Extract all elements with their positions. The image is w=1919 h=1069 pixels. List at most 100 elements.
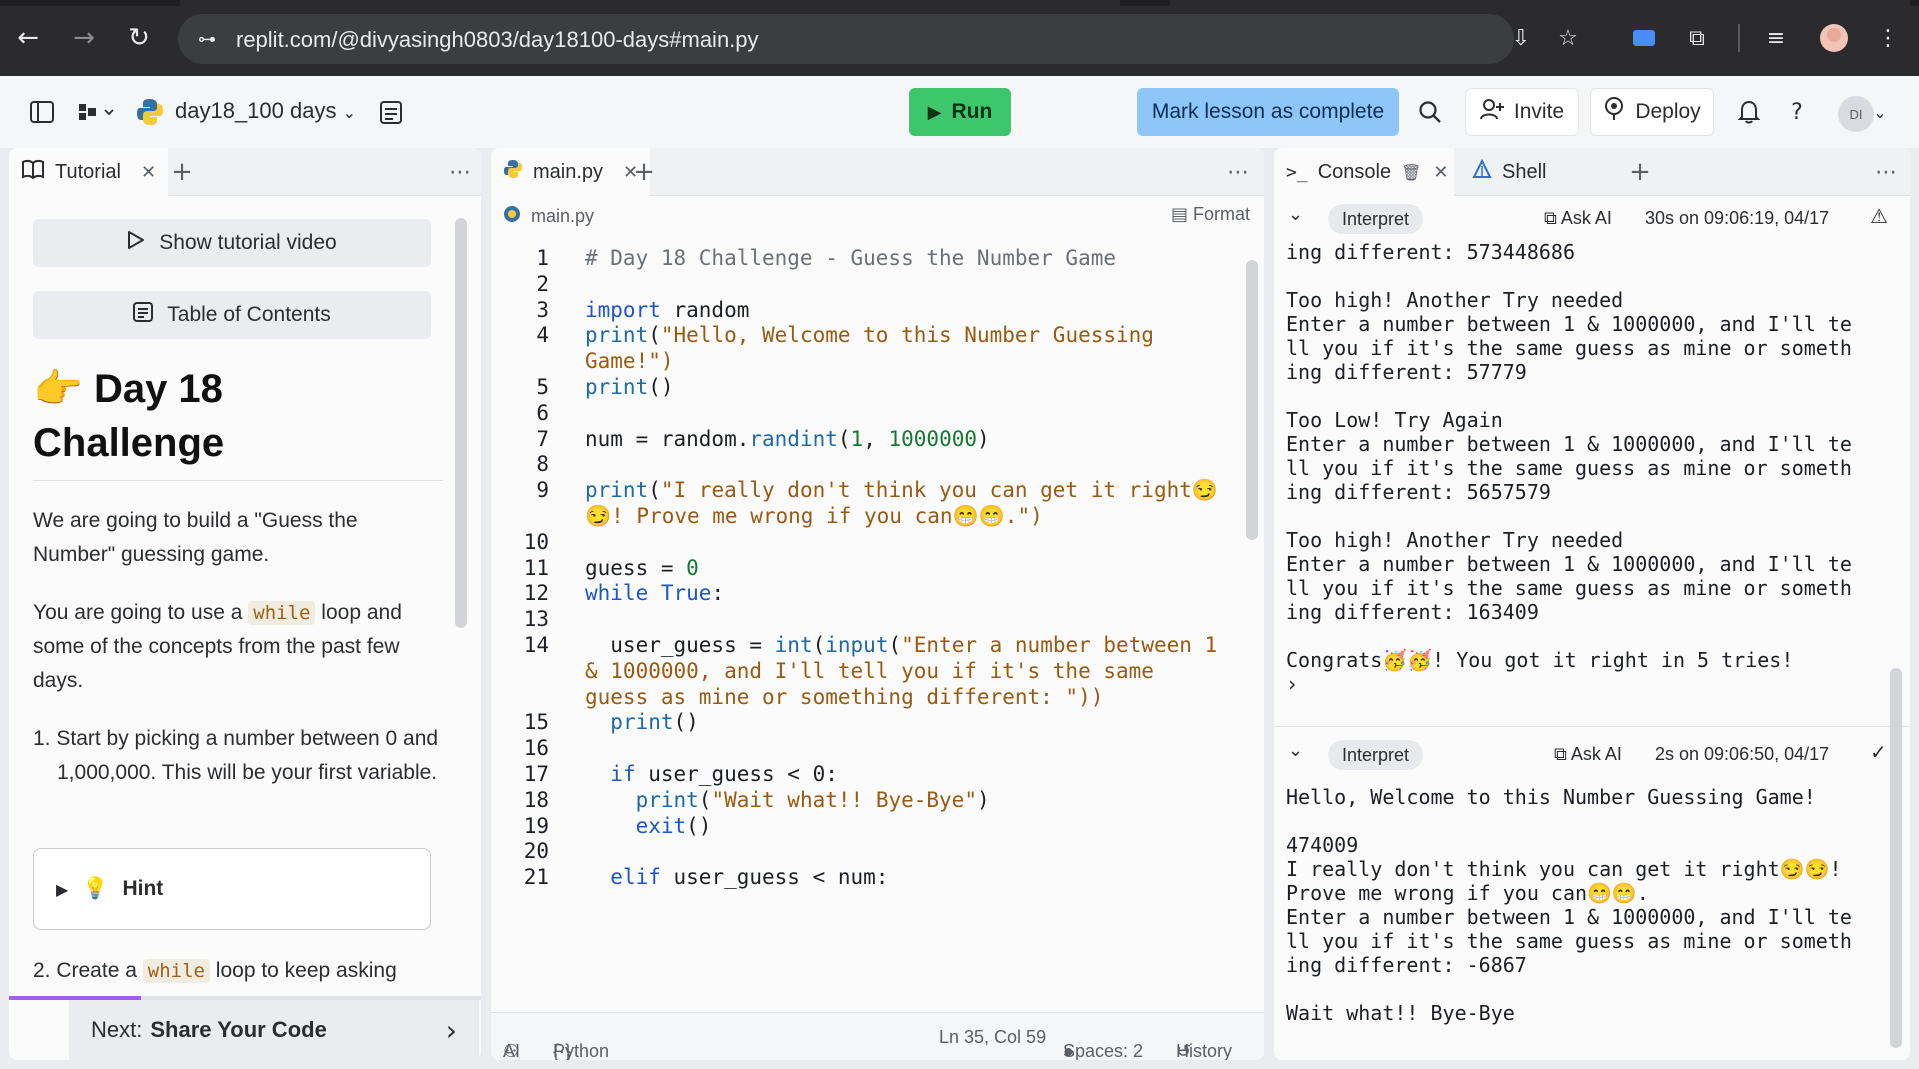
collapse-chevron-icon[interactable]: ⌄ bbox=[1288, 204, 1303, 225]
profile-avatar-icon[interactable] bbox=[1818, 22, 1850, 54]
code-text[interactable]: # Day 18 Challenge - Guess the Number Ga… bbox=[585, 246, 1116, 270]
forward-icon[interactable]: → bbox=[66, 20, 102, 56]
browser-tab[interactable] bbox=[180, 0, 1120, 6]
code-text[interactable]: print("I really don't think you can get … bbox=[585, 478, 1218, 503]
media-control-icon[interactable]: ≡ bbox=[1760, 22, 1792, 54]
more-options-icon[interactable]: ⋯ bbox=[1870, 156, 1902, 188]
ai-label: AI bbox=[503, 1041, 521, 1060]
checkmark-icon: ✓ bbox=[1870, 740, 1887, 764]
browser-menu-icon[interactable]: ⋮ bbox=[1872, 22, 1904, 54]
tab-console-label: Console bbox=[1317, 160, 1392, 183]
ask-ai-button[interactable]: ⧉ Ask AI bbox=[1544, 208, 1612, 229]
extensions-icon[interactable]: ⧉ bbox=[1681, 22, 1713, 54]
interpret-button[interactable]: Interpret bbox=[1328, 204, 1424, 234]
editor-scrollbar[interactable] bbox=[1246, 260, 1258, 540]
tab-main-py[interactable]: main.py ✕ bbox=[491, 148, 651, 196]
tab-tutorial[interactable]: Tutorial ✕ bbox=[9, 148, 169, 196]
show-tutorial-video-button[interactable]: Show tutorial video bbox=[33, 219, 431, 267]
workspace-menu-icon[interactable] bbox=[74, 94, 120, 130]
format-button[interactable]: ▤ Format bbox=[1171, 204, 1250, 225]
tutorial-pane: Tutorial ✕ + ⋯ Show tutorial video Table… bbox=[9, 148, 481, 1060]
chevron-down-icon[interactable]: ⌄ bbox=[343, 103, 356, 122]
run-time: 2s on 09:06:50, 04/17 bbox=[1655, 744, 1830, 764]
bookmark-star-icon[interactable]: ☆ bbox=[1552, 22, 1584, 54]
code-text[interactable]: guess as mine or something different: ")… bbox=[585, 685, 1103, 709]
code-text[interactable]: print() bbox=[585, 710, 699, 734]
new-tab-plus-icon[interactable]: + bbox=[628, 156, 660, 188]
deploy-button[interactable]: Deploy bbox=[1590, 88, 1714, 136]
cursor-position[interactable]: Ln 35, Col 59 bbox=[939, 1027, 1046, 1048]
ask-ai-button[interactable]: ⧉ Ask AI bbox=[1554, 744, 1622, 765]
notifications-bell-icon[interactable] bbox=[1731, 94, 1767, 130]
mark-lesson-complete-button[interactable]: Mark lesson as complete bbox=[1137, 88, 1399, 136]
code-text[interactable]: print() bbox=[585, 375, 674, 399]
browser-tab[interactable] bbox=[1170, 0, 1910, 6]
extension-blue-icon[interactable] bbox=[1628, 22, 1660, 54]
avatar-chevron-down-icon[interactable]: ⌄ bbox=[1868, 94, 1892, 130]
editor-tab-bar: main.py ✕ + ⋯ bbox=[491, 148, 1264, 196]
collapse-chevron-icon[interactable]: ⌄ bbox=[1288, 740, 1303, 761]
line-number: 1 bbox=[536, 246, 549, 270]
code-text[interactable]: & 1000000, and I'll tell you if it's the… bbox=[585, 659, 1154, 683]
step2-text-b: loop to keep asking bbox=[215, 959, 397, 982]
tutorial-title: 👉 Day 18 Challenge bbox=[33, 362, 443, 470]
line-number: 6 bbox=[536, 400, 549, 425]
line-number: 11 bbox=[523, 555, 549, 580]
code-text[interactable]: while True: bbox=[585, 581, 724, 605]
more-options-icon[interactable]: ⋯ bbox=[444, 156, 476, 188]
help-icon[interactable]: ? bbox=[1779, 94, 1815, 130]
close-icon[interactable]: ✕ bbox=[1433, 162, 1448, 183]
trash-icon[interactable]: 🗑 bbox=[1401, 163, 1421, 182]
tutorial-step-2: 2. Create a while loop to keep asking bbox=[33, 954, 443, 988]
tab-shell[interactable]: Shell bbox=[1460, 148, 1610, 196]
python-file-icon bbox=[503, 159, 523, 185]
code-text[interactable]: num = random.randint(1, 1000000) bbox=[585, 427, 990, 451]
tab-console[interactable]: >_ Console 🗑 ✕ bbox=[1274, 148, 1454, 196]
hint-label: Hint bbox=[122, 877, 164, 900]
interpret-button[interactable]: Interpret bbox=[1328, 740, 1424, 770]
play-icon: ▶ bbox=[927, 101, 942, 123]
notes-icon[interactable] bbox=[373, 94, 409, 130]
new-tab-plus-icon[interactable]: + bbox=[1624, 156, 1656, 188]
code-text[interactable]: Game!") bbox=[585, 349, 674, 373]
url-text[interactable]: replit.com/@divyasingh0803/day18100-days… bbox=[236, 27, 759, 53]
new-tab-plus-icon[interactable]: + bbox=[166, 156, 198, 188]
run-button[interactable]: ▶ Run bbox=[909, 88, 1011, 136]
back-icon[interactable]: ← bbox=[10, 20, 46, 56]
code-text[interactable]: guess = 0 bbox=[585, 556, 699, 580]
repl-name-label[interactable]: day18_100 days bbox=[175, 98, 336, 123]
hint-collapsible[interactable]: ▶ 💡 Hint bbox=[33, 848, 431, 930]
next-lesson-button[interactable]: Next: Share Your Code › bbox=[69, 1000, 479, 1060]
tutorial-step-1: 1. Start by picking a number between 0 a… bbox=[33, 727, 439, 784]
console-output-2: Hello, Welcome to this Number Guessing G… bbox=[1286, 785, 1852, 1025]
table-of-contents-button[interactable]: Table of Contents bbox=[33, 291, 431, 339]
breadcrumb-file[interactable]: main.py bbox=[531, 206, 594, 227]
terminal-prompt-icon: >_ bbox=[1286, 161, 1308, 183]
code-text[interactable]: if user_guess < 0: bbox=[585, 762, 838, 786]
code-text[interactable]: import random bbox=[585, 298, 749, 322]
line-number: 14 bbox=[523, 633, 549, 657]
address-bar[interactable]: ⊶ replit.com/@divyasingh0803/day18100-da… bbox=[178, 14, 1514, 64]
reload-icon[interactable]: ↻ bbox=[121, 20, 157, 56]
code-text[interactable]: exit() bbox=[585, 814, 712, 838]
pointing-hand-icon: 👉 bbox=[33, 367, 83, 411]
run-header-2: ⌄ Interpret ⧉ Ask AI 2s on 09:06:50, 04/… bbox=[1274, 732, 1910, 776]
tutorial-scrollbar[interactable] bbox=[455, 218, 467, 628]
code-text[interactable]: print("Wait what!! Bye-Bye") bbox=[585, 788, 990, 812]
repl-name[interactable]: day18_100 days ⌄ bbox=[175, 98, 356, 124]
code-editor[interactable]: 1 # Day 18 Challenge - Guess the Number G… bbox=[491, 236, 1264, 1012]
file-breadcrumb: main.py bbox=[491, 196, 1264, 236]
install-app-icon[interactable]: ⇩ bbox=[1505, 22, 1537, 54]
line-number: 20 bbox=[523, 839, 549, 864]
code-text[interactable]: 😏! Prove me wrong if you can😁😁.") bbox=[585, 504, 1043, 529]
code-text[interactable]: print("Hello, Welcome to this Number Gue… bbox=[585, 323, 1154, 347]
search-icon[interactable] bbox=[1412, 94, 1448, 130]
console-scrollbar[interactable] bbox=[1890, 668, 1902, 1048]
code-text[interactable]: elif user_guess < num: bbox=[585, 865, 888, 889]
invite-button[interactable]: Invite bbox=[1465, 88, 1579, 136]
site-settings-icon[interactable]: ⊶ bbox=[192, 24, 222, 54]
more-options-icon[interactable]: ⋯ bbox=[1222, 156, 1254, 188]
code-text[interactable]: user_guess = int(input("Enter a number b… bbox=[585, 633, 1217, 657]
close-icon[interactable]: ✕ bbox=[141, 162, 156, 183]
sidebar-toggle-icon[interactable] bbox=[24, 94, 60, 130]
